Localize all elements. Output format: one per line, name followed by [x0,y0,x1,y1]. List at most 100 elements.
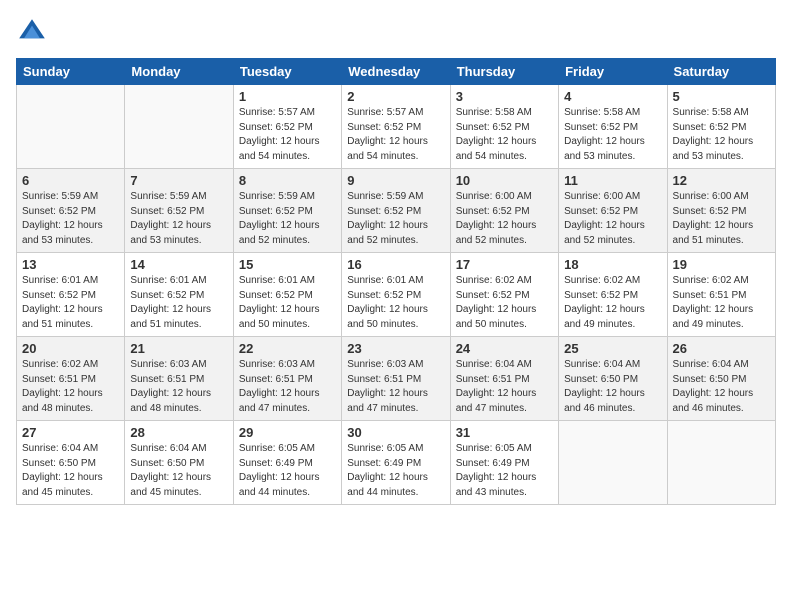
day-number: 10 [456,173,553,188]
calendar-cell: 31 Sunrise: 6:05 AM Sunset: 6:49 PM Dayli… [450,421,558,505]
day-number: 31 [456,425,553,440]
day-info: Sunrise: 6:03 AM Sunset: 6:51 PM Dayligh… [347,358,444,416]
calendar-cell: 16 Sunrise: 6:01 AM Sunset: 6:52 PM Dayli… [342,253,450,337]
calendar-cell: 26 Sunrise: 6:04 AM Sunset: 6:50 PM Dayli… [667,337,775,421]
calendar-cell: 24Sunrise: 6:04 AM Sunset: 6:51 PM Dayli… [450,337,558,421]
logo-icon [16,16,48,48]
day-info: Sunrise: 6:03 AM Sunset: 6:51 PM Dayligh… [239,358,336,416]
calendar-table: SundayMondayTuesdayWednesdayThursdayFrid… [16,58,776,505]
calendar-cell: 18 Sunrise: 6:02 AM Sunset: 6:52 PM Dayli… [559,253,667,337]
day-number: 30 [347,425,444,440]
day-number: 6 [22,173,119,188]
day-info: Sunrise: 6:00 AM Sunset: 6:52 PM Dayligh… [456,190,553,248]
day-number: 9 [347,173,444,188]
day-number: 22 [239,341,336,356]
day-info: Sunrise: 6:02 AM Sunset: 6:52 PM Dayligh… [456,274,553,332]
calendar-cell: 4 Sunrise: 5:58 AM Sunset: 6:52 PM Daylig… [559,85,667,169]
calendar-cell: 15 Sunrise: 6:01 AM Sunset: 6:52 PM Dayli… [233,253,341,337]
day-number: 19 [673,257,770,272]
calendar-header-row: SundayMondayTuesdayWednesdayThursdayFrid… [17,59,776,85]
day-info: Sunrise: 6:01 AM Sunset: 6:52 PM Dayligh… [22,274,119,332]
day-info: Sunrise: 6:05 AM Sunset: 6:49 PM Dayligh… [347,442,444,500]
calendar-cell: 27 Sunrise: 6:04 AM Sunset: 6:50 PM Dayli… [17,421,125,505]
page-header [16,16,776,48]
day-info: Sunrise: 5:57 AM Sunset: 6:52 PM Dayligh… [239,106,336,164]
day-number: 5 [673,89,770,104]
calendar-week-row: 27 Sunrise: 6:04 AM Sunset: 6:50 PM Dayli… [17,421,776,505]
calendar-cell: 17 Sunrise: 6:02 AM Sunset: 6:52 PM Dayli… [450,253,558,337]
day-number: 13 [22,257,119,272]
calendar-week-row: 1 Sunrise: 5:57 AM Sunset: 6:52 PM Daylig… [17,85,776,169]
day-number: 12 [673,173,770,188]
day-number: 2 [347,89,444,104]
day-number: 11 [564,173,661,188]
calendar-cell: 23 Sunrise: 6:03 AM Sunset: 6:51 PM Dayli… [342,337,450,421]
day-number: 17 [456,257,553,272]
calendar-cell: 10 Sunrise: 6:00 AM Sunset: 6:52 PM Dayli… [450,169,558,253]
calendar-cell [667,421,775,505]
day-info: Sunrise: 5:58 AM Sunset: 6:52 PM Dayligh… [564,106,661,164]
day-number: 7 [130,173,227,188]
calendar-cell: 3 Sunrise: 5:58 AM Sunset: 6:52 PM Daylig… [450,85,558,169]
day-info: Sunrise: 6:03 AM Sunset: 6:51 PM Dayligh… [130,358,227,416]
weekday-header: Sunday [17,59,125,85]
day-number: 8 [239,173,336,188]
day-number: 20 [22,341,119,356]
day-info: Sunrise: 6:01 AM Sunset: 6:52 PM Dayligh… [239,274,336,332]
calendar-week-row: 6 Sunrise: 5:59 AM Sunset: 6:52 PM Daylig… [17,169,776,253]
calendar-cell: 20 Sunrise: 6:02 AM Sunset: 6:51 PM Dayli… [17,337,125,421]
calendar-week-row: 20 Sunrise: 6:02 AM Sunset: 6:51 PM Dayli… [17,337,776,421]
day-number: 28 [130,425,227,440]
calendar-cell: 2 Sunrise: 5:57 AM Sunset: 6:52 PM Daylig… [342,85,450,169]
day-number: 21 [130,341,227,356]
day-number: 18 [564,257,661,272]
day-info: Sunrise: 6:04 AM Sunset: 6:50 PM Dayligh… [22,442,119,500]
day-info: Sunrise: 6:00 AM Sunset: 6:52 PM Dayligh… [673,190,770,248]
day-info: Sunrise: 6:05 AM Sunset: 6:49 PM Dayligh… [456,442,553,500]
day-info: Sunrise: 6:02 AM Sunset: 6:51 PM Dayligh… [22,358,119,416]
day-info: Sunrise: 5:59 AM Sunset: 6:52 PM Dayligh… [22,190,119,248]
day-info: Sunrise: 6:01 AM Sunset: 6:52 PM Dayligh… [130,274,227,332]
calendar-cell: 19 Sunrise: 6:02 AM Sunset: 6:51 PM Dayli… [667,253,775,337]
calendar-cell: 8 Sunrise: 5:59 AM Sunset: 6:52 PM Daylig… [233,169,341,253]
calendar-cell: 29 Sunrise: 6:05 AM Sunset: 6:49 PM Dayli… [233,421,341,505]
calendar-week-row: 13 Sunrise: 6:01 AM Sunset: 6:52 PM Dayli… [17,253,776,337]
day-info: Sunrise: 6:02 AM Sunset: 6:52 PM Dayligh… [564,274,661,332]
weekday-header: Friday [559,59,667,85]
calendar-cell [125,85,233,169]
day-info: Sunrise: 5:57 AM Sunset: 6:52 PM Dayligh… [347,106,444,164]
day-number: 29 [239,425,336,440]
day-number: 16 [347,257,444,272]
day-info: Sunrise: 5:59 AM Sunset: 6:52 PM Dayligh… [239,190,336,248]
day-number: 15 [239,257,336,272]
weekday-header: Monday [125,59,233,85]
day-info: Sunrise: 6:02 AM Sunset: 6:51 PM Dayligh… [673,274,770,332]
day-info: Sunrise: 6:04 AM Sunset: 6:50 PM Dayligh… [130,442,227,500]
logo [16,16,52,48]
weekday-header: Wednesday [342,59,450,85]
day-number: 27 [22,425,119,440]
day-info: Sunrise: 6:01 AM Sunset: 6:52 PM Dayligh… [347,274,444,332]
day-number: 1 [239,89,336,104]
day-number: 3 [456,89,553,104]
day-number: 23 [347,341,444,356]
day-info: Sunrise: 5:58 AM Sunset: 6:52 PM Dayligh… [673,106,770,164]
day-info: Sunrise: 5:59 AM Sunset: 6:52 PM Dayligh… [347,190,444,248]
day-number: 4 [564,89,661,104]
weekday-header: Tuesday [233,59,341,85]
day-info: Sunrise: 5:59 AM Sunset: 6:52 PM Dayligh… [130,190,227,248]
calendar-cell: 11 Sunrise: 6:00 AM Sunset: 6:52 PM Dayli… [559,169,667,253]
calendar-cell: 13 Sunrise: 6:01 AM Sunset: 6:52 PM Dayli… [17,253,125,337]
calendar-cell: 28 Sunrise: 6:04 AM Sunset: 6:50 PM Dayli… [125,421,233,505]
calendar-cell: 22 Sunrise: 6:03 AM Sunset: 6:51 PM Dayli… [233,337,341,421]
weekday-header: Saturday [667,59,775,85]
day-number: 26 [673,341,770,356]
day-info: Sunrise: 5:58 AM Sunset: 6:52 PM Dayligh… [456,106,553,164]
day-info: Sunrise: 6:05 AM Sunset: 6:49 PM Dayligh… [239,442,336,500]
weekday-header: Thursday [450,59,558,85]
day-info: Sunrise: 6:04 AM Sunset: 6:50 PM Dayligh… [673,358,770,416]
calendar-cell: 12 Sunrise: 6:00 AM Sunset: 6:52 PM Dayli… [667,169,775,253]
day-info: Sunrise: 6:00 AM Sunset: 6:52 PM Dayligh… [564,190,661,248]
calendar-cell: 21 Sunrise: 6:03 AM Sunset: 6:51 PM Dayli… [125,337,233,421]
day-number: 24 [456,341,553,356]
